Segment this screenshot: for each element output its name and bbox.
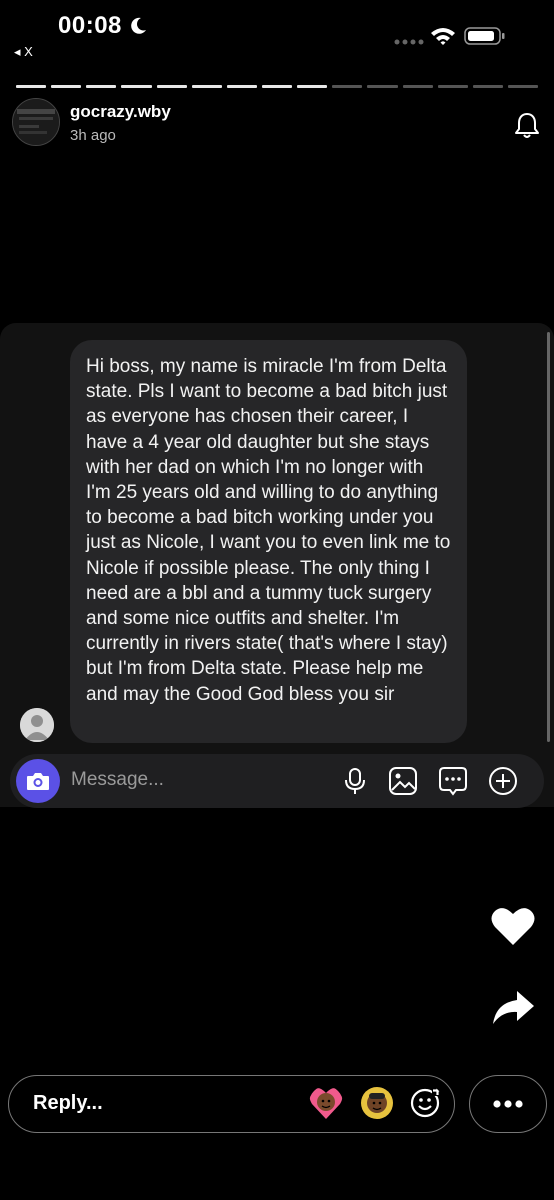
signal-icon	[394, 39, 424, 45]
profile-avatar[interactable]	[12, 98, 60, 146]
story-progress	[16, 85, 539, 88]
story-segment	[437, 85, 468, 88]
story-segment	[86, 85, 117, 88]
story-segment	[191, 85, 222, 88]
add-reaction-icon[interactable]	[409, 1085, 443, 1119]
reply-input[interactable]: Reply...	[33, 1092, 103, 1115]
plus-icon[interactable]	[488, 766, 518, 796]
heart-icon[interactable]	[490, 905, 536, 947]
wifi-icon	[431, 28, 455, 45]
story-segment	[297, 85, 328, 88]
message-input[interactable]: Message...	[71, 769, 164, 791]
heart-avatar-reaction[interactable]	[309, 1086, 343, 1120]
camera-button[interactable]	[16, 759, 60, 803]
story-segment	[261, 85, 293, 88]
story-segment	[51, 85, 82, 88]
sticker-icon[interactable]	[438, 766, 468, 796]
story-segment	[226, 85, 257, 88]
more-button[interactable]	[469, 1075, 547, 1133]
back-to-app-link[interactable]: ◂ X	[14, 44, 33, 60]
avatar-reaction[interactable]	[360, 1086, 394, 1120]
story-segment	[367, 85, 398, 88]
share-icon[interactable]	[490, 988, 536, 1028]
story-segment	[332, 85, 363, 88]
microphone-icon[interactable]	[340, 766, 370, 796]
moon-icon	[131, 17, 146, 34]
scrollbar[interactable]	[547, 332, 550, 742]
username[interactable]: gocrazy.wby	[70, 102, 171, 122]
more-icon	[493, 1100, 523, 1108]
story-segment	[16, 85, 47, 88]
message-bubble: Hi boss, my name is miracle I'm from Del…	[70, 340, 467, 743]
battery-icon	[464, 27, 505, 45]
story-segment	[472, 85, 503, 88]
sender-avatar	[20, 708, 54, 742]
story-segment	[121, 85, 152, 88]
gallery-icon[interactable]	[388, 766, 418, 796]
camera-icon	[27, 773, 49, 790]
post-time: 3h ago	[70, 127, 116, 144]
story-segment	[156, 85, 187, 88]
bell-icon[interactable]	[512, 110, 542, 140]
story-segment	[507, 85, 539, 88]
story-segment	[402, 85, 433, 88]
status-time: 00:08	[58, 12, 122, 39]
